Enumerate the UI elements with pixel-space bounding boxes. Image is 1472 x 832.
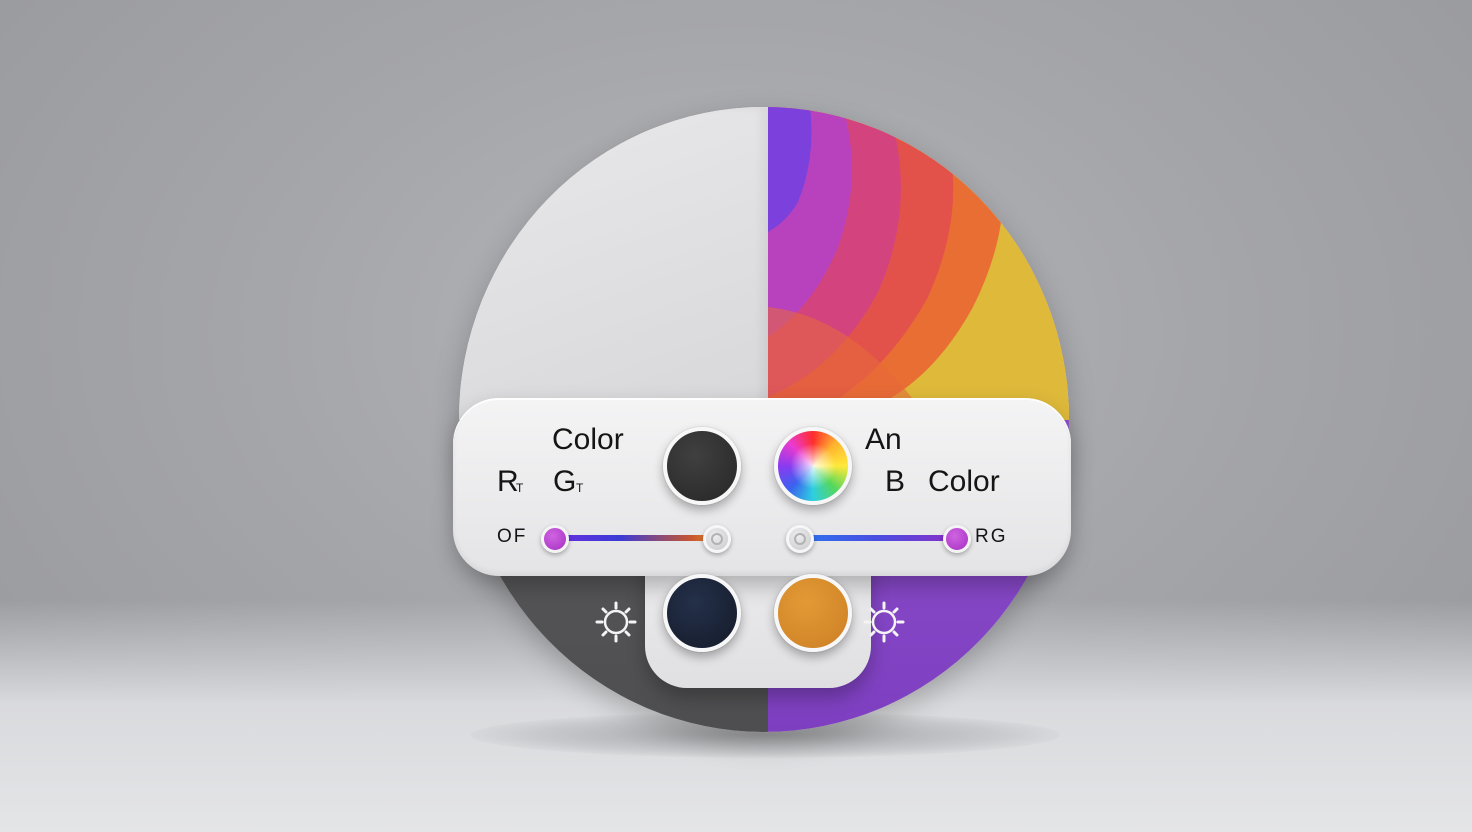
of-label: OF xyxy=(497,526,528,547)
rg-label: RG xyxy=(975,526,1008,547)
slider-left-knob-max[interactable] xyxy=(703,525,731,553)
swatch-navy[interactable] xyxy=(663,574,741,652)
sun-icon[interactable] xyxy=(594,600,638,644)
swatch-orange[interactable] xyxy=(774,574,852,652)
color-label-right: Color xyxy=(928,465,1000,498)
color-label-left: Color xyxy=(552,423,624,456)
slider-right-track[interactable] xyxy=(800,535,955,541)
sun-icon[interactable] xyxy=(862,600,906,644)
b-label: B xyxy=(885,465,906,498)
spectrum-bands xyxy=(768,107,1069,420)
g-label: G xyxy=(553,465,577,498)
swatch-spectrum[interactable] xyxy=(774,427,852,505)
swatch-charcoal[interactable] xyxy=(663,427,741,505)
g-subscript: T xyxy=(576,481,584,495)
r-subscript: T xyxy=(516,481,524,495)
an-label: An xyxy=(865,423,902,456)
slider-right-knob-min[interactable] xyxy=(786,525,814,553)
slider-right-knob-max[interactable] xyxy=(943,525,971,553)
quadrant-light xyxy=(459,107,768,420)
spectrum-center-glow xyxy=(790,443,836,489)
quadrant-spectrum xyxy=(768,107,1069,420)
slider-left-knob-min[interactable] xyxy=(541,525,569,553)
slider-left-track[interactable] xyxy=(556,535,716,541)
